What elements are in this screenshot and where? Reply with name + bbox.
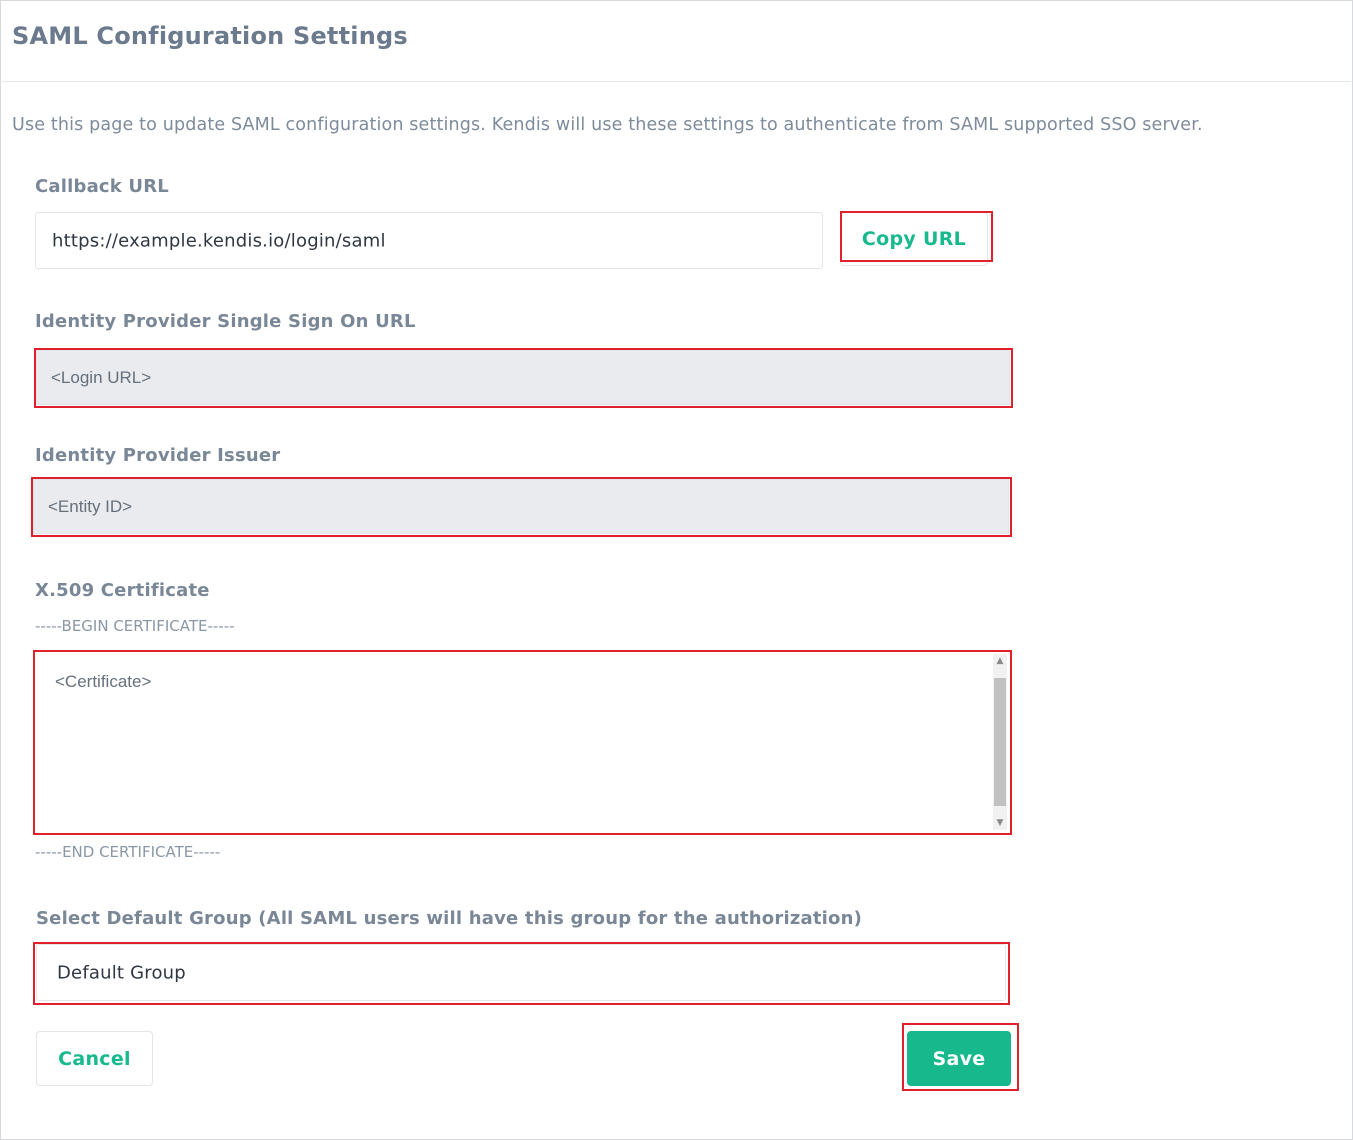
callback-url-field[interactable]: https://example.kendis.io/login/saml <box>35 212 823 269</box>
page-description: Use this page to update SAML configurati… <box>12 115 1203 135</box>
scroll-thumb[interactable] <box>994 678 1006 806</box>
certificate-begin-marker: -----BEGIN CERTIFICATE----- <box>35 617 235 635</box>
panel-header: SAML Configuration Settings <box>0 0 1351 82</box>
default-group-label: Select Default Group (All SAML users wil… <box>36 908 863 929</box>
certificate-textarea[interactable]: <Certificate> ▲ ▼ <box>35 652 1009 832</box>
certificate-value: <Certificate> <box>55 672 152 691</box>
issuer-input[interactable]: <Entity ID> <box>33 479 1009 534</box>
default-group-select[interactable]: Default Group <box>36 944 1006 1001</box>
sso-url-value: <Login URL> <box>51 367 152 387</box>
page-title: SAML Configuration Settings <box>12 22 408 50</box>
default-group-value: Default Group <box>57 962 186 983</box>
sso-url-input[interactable]: <Login URL> <box>36 350 1010 405</box>
certificate-label: X.509 Certificate <box>35 580 210 601</box>
certificate-end-marker: -----END CERTIFICATE----- <box>35 843 221 861</box>
scroll-down-arrow-icon[interactable]: ▼ <box>993 816 1007 830</box>
callback-url-value: https://example.kendis.io/login/saml <box>52 230 386 251</box>
callback-url-label: Callback URL <box>35 176 169 197</box>
issuer-value: <Entity ID> <box>48 496 133 516</box>
scroll-up-arrow-icon[interactable]: ▲ <box>993 654 1007 668</box>
certificate-scrollbar[interactable]: ▲ ▼ <box>993 654 1007 830</box>
cancel-button[interactable]: Cancel <box>36 1031 153 1086</box>
sso-url-label: Identity Provider Single Sign On URL <box>35 311 416 332</box>
copy-url-button[interactable]: Copy URL <box>840 212 988 266</box>
issuer-label: Identity Provider Issuer <box>35 445 281 466</box>
save-button[interactable]: Save <box>907 1031 1011 1086</box>
